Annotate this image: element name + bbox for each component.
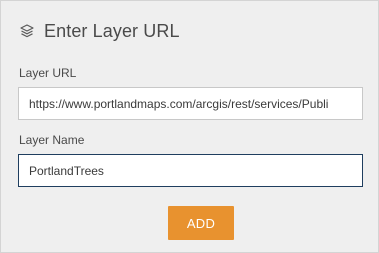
enter-layer-url-panel: Enter Layer URL Layer URL Layer Name ADD	[0, 0, 379, 253]
layer-url-input[interactable]	[18, 87, 363, 120]
layers-icon	[19, 23, 35, 39]
layer-name-input[interactable]	[18, 154, 363, 187]
add-button[interactable]: ADD	[168, 206, 234, 240]
layer-url-label: Layer URL	[19, 66, 77, 80]
panel-title: Enter Layer URL	[44, 20, 180, 41]
layer-name-label: Layer Name	[19, 133, 85, 147]
panel-header: Enter Layer URL	[19, 19, 180, 43]
